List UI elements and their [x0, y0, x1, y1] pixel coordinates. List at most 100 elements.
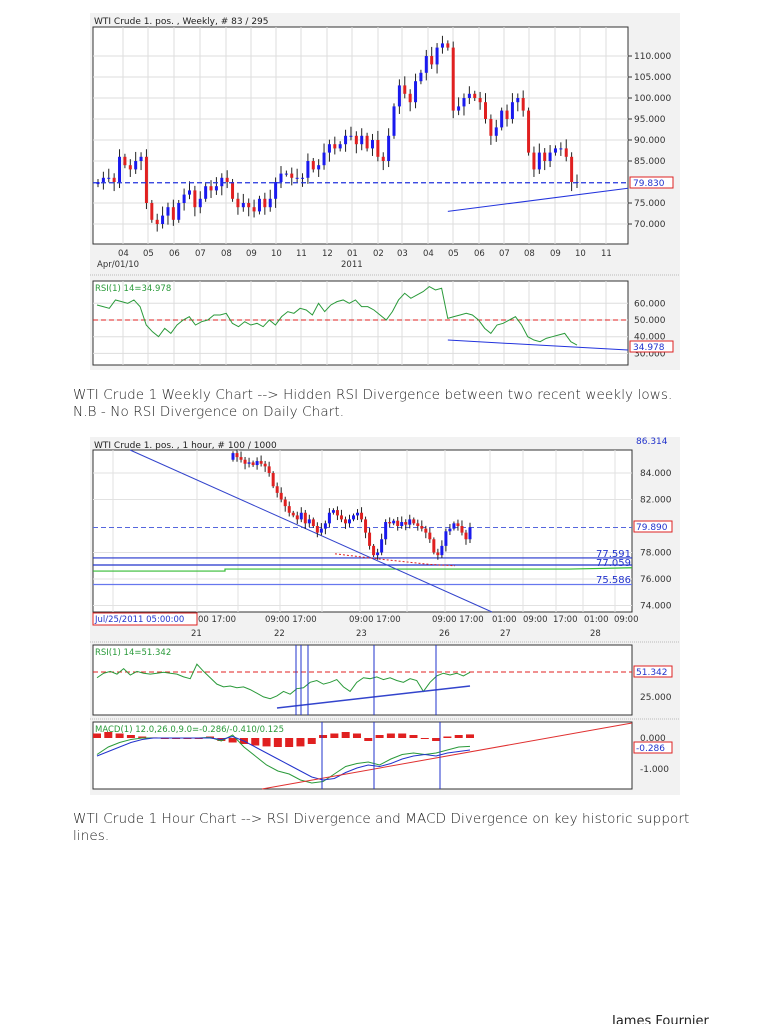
weekly-year-label: 2011	[341, 260, 363, 270]
candle-body	[231, 453, 235, 460]
hourly-top-price: 86.314	[636, 437, 668, 447]
candle-body	[414, 81, 418, 103]
macd-histogram-bar	[251, 738, 260, 746]
macd-histogram-bar	[420, 738, 429, 739]
price-tick-label: 78.000	[640, 549, 672, 559]
candle-body	[403, 85, 407, 94]
price-tick-label: 100.000	[634, 94, 671, 104]
day-label: 22	[274, 629, 285, 639]
month-tick-label: 06	[474, 249, 485, 259]
price-tick-label: 74.000	[640, 602, 672, 612]
candle-body	[467, 93, 471, 98]
candle-body	[150, 203, 154, 220]
candle-body	[214, 186, 218, 191]
candle-body	[303, 512, 307, 524]
candle-body	[339, 515, 343, 520]
candle-body	[564, 148, 568, 157]
candle-body	[251, 462, 255, 466]
candle-body	[257, 198, 261, 212]
candle-body	[243, 459, 247, 464]
weekly-rsi-panel	[92, 280, 629, 366]
candle-body	[247, 203, 251, 208]
candle-body	[287, 506, 291, 513]
candle-body	[225, 177, 229, 182]
macd-histogram-bar	[375, 735, 384, 738]
caption-weekly-line2: N.B - No RSI Divergence on Daily Chart.	[73, 404, 345, 420]
candle-body	[267, 466, 271, 473]
candle-body	[295, 515, 299, 520]
candle-body	[323, 523, 327, 529]
candle-body	[161, 215, 165, 224]
candle-body	[274, 182, 278, 199]
rsi-tick-label: 60.000	[634, 299, 666, 309]
candle-body	[380, 539, 384, 553]
candle-body	[360, 512, 364, 520]
candle-body	[263, 463, 267, 467]
day-label: 28	[590, 629, 601, 639]
caption-hourly-line2: lines.	[73, 828, 110, 844]
candle-body	[279, 492, 283, 500]
candle-body	[432, 539, 436, 553]
candle-body	[388, 522, 392, 524]
hourly-macd-label: MACD(1) 12.0,26.0,9.0=-0.286/-0.410/0.12…	[95, 725, 284, 735]
month-tick-label: 10	[575, 249, 586, 259]
price-tick-label: 90.000	[634, 136, 666, 146]
candle-body	[408, 519, 412, 525]
cursor-time: Jul/25/2011 05:00:00	[94, 615, 184, 625]
candle-body	[349, 135, 353, 137]
macd-histogram-bar	[466, 734, 474, 738]
hourly-chart-svg: WTI Crude 1. pos. , 1 hour, # 100 / 1000…	[90, 437, 680, 790]
month-tick-label: 09	[550, 249, 561, 259]
weekly-rsi-label: RSI(1) 14=34.978	[95, 284, 171, 294]
candle-body	[462, 98, 466, 107]
candle-body	[204, 186, 208, 199]
candle-body	[457, 106, 461, 111]
macd-histogram-bar	[307, 738, 316, 744]
month-tick-label: 08	[524, 249, 535, 259]
candle-body	[259, 461, 263, 464]
time-label: 00 17:00	[198, 615, 236, 625]
price-tick-label: 82.000	[640, 496, 672, 506]
month-tick-label: 01	[347, 249, 358, 259]
time-label: 01:00	[584, 615, 609, 625]
price-tick-label: 105.000	[634, 73, 671, 83]
macd-histogram-bar	[285, 738, 294, 747]
day-label: 26	[439, 629, 450, 639]
candle-body	[123, 156, 127, 166]
macd-histogram-bar	[262, 738, 271, 747]
candle-body	[387, 135, 391, 161]
candle-body	[171, 207, 175, 220]
candle-body	[505, 110, 509, 119]
macd-histogram-bar	[296, 738, 305, 747]
candle-body	[347, 519, 351, 524]
price-tick-label: 75.000	[634, 199, 666, 209]
candle-body	[548, 152, 552, 161]
month-tick-label: 07	[499, 249, 510, 259]
candle-body	[489, 119, 493, 136]
macd-histogram-bar	[352, 733, 361, 738]
hourly-price-panel	[92, 449, 633, 613]
month-tick-label: 11	[296, 249, 307, 259]
day-label: 27	[500, 629, 511, 639]
time-label: 09:00 17:00	[349, 615, 401, 625]
hourly-rsi-current: 51.342	[636, 668, 668, 678]
candle-body	[299, 512, 303, 520]
month-tick-label: 09	[246, 249, 257, 259]
month-tick-label: 03	[397, 249, 408, 259]
candle-body	[327, 512, 331, 524]
hourly-rsi-label: RSI(1) 14=51.342	[95, 648, 171, 658]
candle-body	[356, 512, 360, 516]
macd-histogram-bar	[409, 735, 418, 738]
candle-body	[452, 523, 456, 529]
hourly-current-price: 79.890	[636, 523, 668, 533]
candle-body	[559, 148, 563, 150]
price-tick-label: 84.000	[640, 469, 672, 479]
hourly-rsi-panel	[92, 644, 633, 716]
candle-body	[500, 110, 504, 128]
candle-body	[464, 532, 468, 540]
month-tick-label: 05	[448, 249, 459, 259]
candle-body	[400, 522, 404, 526]
candle-body	[118, 156, 122, 182]
candle-body	[444, 531, 448, 546]
macd-histogram-bar	[273, 738, 282, 747]
